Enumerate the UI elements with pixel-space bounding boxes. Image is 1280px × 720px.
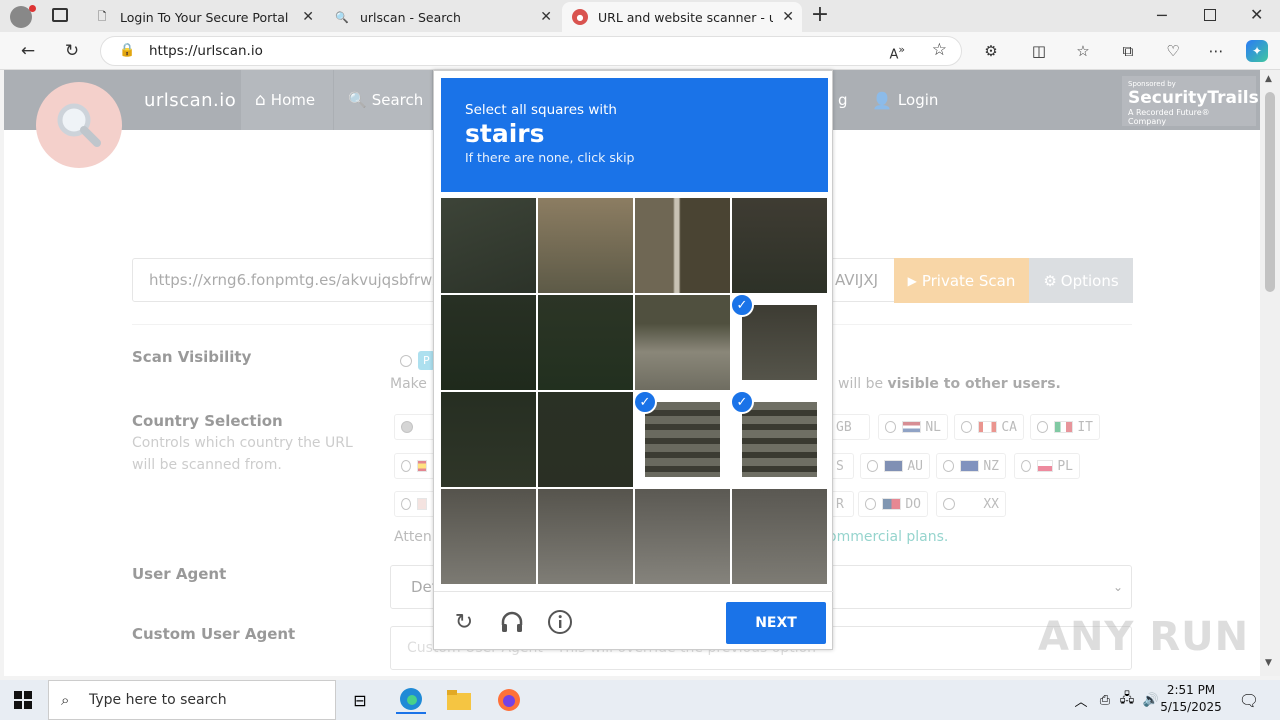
captcha-image-grid: ✓ ✓ ✓: [441, 198, 828, 584]
close-icon[interactable]: ✕: [540, 9, 552, 25]
captcha-tile-image: [732, 489, 827, 584]
captcha-target: stairs: [465, 119, 545, 148]
captcha-tile[interactable]: ✓: [635, 392, 730, 487]
captcha-tile[interactable]: [538, 198, 633, 293]
next-button[interactable]: NEXT: [726, 602, 826, 644]
tab-title: Login To Your Secure Portal: [120, 9, 289, 25]
captcha-header: Select all squares with stairs If there …: [441, 78, 828, 192]
captcha-tile[interactable]: [441, 392, 536, 487]
search-icon: 🔍: [335, 10, 349, 24]
close-icon[interactable]: ✕: [302, 9, 314, 25]
captcha-tile-image: [742, 402, 817, 477]
tab-bar: 🗋 Login To Your Secure Portal ✕ 🔍 urlsca…: [0, 0, 1280, 32]
captcha-tile-image: [441, 295, 536, 390]
info-icon[interactable]: [546, 608, 574, 636]
system-clock[interactable]: 2:51 PM 5/15/2025: [1160, 682, 1222, 716]
captcha-instruction: Select all squares with: [465, 102, 617, 118]
captcha-tile-image: [742, 305, 817, 380]
tab-urlscan-scanner[interactable]: ● URL and website scanner - urlsca ✕: [562, 2, 802, 32]
captcha-tile-image: [635, 295, 730, 390]
captcha-tile-image: [635, 489, 730, 584]
clock-time: 2:51 PM: [1166, 683, 1216, 697]
close-icon[interactable]: ✕: [782, 9, 794, 25]
minimize-icon[interactable]: ─: [1157, 6, 1167, 25]
taskbar-search[interactable]: ⌕ Type here to search: [48, 680, 336, 720]
windows-start-icon[interactable]: [8, 686, 38, 714]
close-window-icon[interactable]: ✕: [1250, 5, 1263, 24]
anyrun-watermark: ANY RUN: [1038, 614, 1250, 660]
favorite-star-icon[interactable]: ☆: [932, 40, 947, 60]
headphones-icon[interactable]: [498, 608, 526, 636]
captcha-hint: If there are none, click skip: [465, 150, 635, 165]
new-tab-icon[interactable]: +: [808, 4, 832, 28]
reload-icon[interactable]: ↻: [450, 608, 478, 636]
notification-dot: [29, 5, 36, 12]
refresh-icon[interactable]: ↻: [58, 38, 86, 64]
captcha-tile[interactable]: [538, 392, 633, 487]
captcha-tile-image: [441, 489, 536, 584]
urlscan-favicon-icon: ●: [572, 9, 588, 25]
tab-login-portal[interactable]: 🗋 Login To Your Secure Portal ✕: [84, 2, 322, 32]
document-icon: 🗋: [97, 9, 107, 23]
url-text: https://urlscan.io: [149, 43, 263, 59]
captcha-tile[interactable]: [732, 489, 827, 584]
file-explorer-icon[interactable]: [444, 686, 474, 714]
captcha-tile[interactable]: [635, 295, 730, 390]
more-menu-icon[interactable]: ⋯: [1205, 40, 1227, 62]
favorites-icon[interactable]: ☆: [1072, 40, 1094, 62]
scroll-down-icon[interactable]: ▼: [1265, 658, 1272, 668]
captcha-tile[interactable]: ✓: [732, 392, 827, 487]
captcha-tile-image: [441, 392, 536, 487]
copilot-icon[interactable]: ✦: [1246, 40, 1268, 62]
captcha-tile-image: [538, 198, 633, 293]
browser-essentials-icon[interactable]: ♡: [1162, 40, 1184, 62]
tab-actions-icon[interactable]: [52, 8, 68, 22]
page-scrollbar[interactable]: ▲ ▼: [1260, 70, 1280, 676]
address-bar-row: ← ↻ 🔒 https://urlscan.io A» ☆ ⚙ ◫ ☆ ⧉ ♡ …: [0, 32, 1280, 70]
edge-icon[interactable]: [396, 686, 426, 714]
read-aloud-icon[interactable]: A»: [889, 43, 905, 62]
tab-title: URL and website scanner - urlsca: [598, 9, 773, 25]
collections-icon[interactable]: ⧉: [1117, 40, 1139, 62]
tab-title: urlscan - Search: [360, 9, 461, 25]
captcha-tile-image: [538, 392, 633, 487]
taskbar-search-placeholder: Type here to search: [89, 692, 227, 708]
restore-icon[interactable]: [1204, 9, 1216, 21]
captcha-tile-image: [732, 198, 827, 293]
captcha-tile[interactable]: ✓: [732, 295, 827, 390]
windows-taskbar: ⌕ Type here to search ⊟ ︿ ⎙ 🖧 🔊 2:51 PM …: [0, 680, 1280, 720]
extensions-icon[interactable]: ⚙: [980, 40, 1002, 62]
firefox-icon[interactable]: [494, 686, 524, 714]
url-field[interactable]: 🔒 https://urlscan.io A» ☆: [100, 36, 962, 66]
tab-urlscan-search[interactable]: 🔍 urlscan - Search ✕: [324, 2, 560, 32]
captcha-tile-image: [441, 198, 536, 293]
notifications-icon[interactable]: 🗨: [1234, 686, 1264, 714]
search-icon: ⌕: [61, 691, 70, 709]
captcha-dialog: Select all squares with stairs If there …: [433, 70, 834, 651]
scroll-up-icon[interactable]: ▲: [1265, 74, 1272, 84]
captcha-tile-image: [635, 198, 730, 293]
task-view-icon[interactable]: ⊟: [345, 686, 375, 714]
lock-icon: 🔒: [119, 43, 136, 58]
captcha-tile-image: [645, 402, 720, 477]
captcha-tile[interactable]: [635, 489, 730, 584]
captcha-tile-image: [538, 295, 633, 390]
clock-date: 5/15/2025: [1160, 700, 1222, 714]
captcha-tile[interactable]: [732, 198, 827, 293]
back-arrow-icon[interactable]: ←: [14, 38, 42, 64]
captcha-tile[interactable]: [441, 489, 536, 584]
captcha-tile[interactable]: [441, 295, 536, 390]
captcha-tile[interactable]: [441, 198, 536, 293]
scroll-thumb[interactable]: [1265, 92, 1275, 292]
captcha-tile-image: [538, 489, 633, 584]
captcha-footer: ↻ NEXT: [434, 591, 834, 651]
split-screen-icon[interactable]: ◫: [1028, 40, 1050, 62]
captcha-tile[interactable]: [538, 295, 633, 390]
captcha-tile[interactable]: [538, 489, 633, 584]
captcha-tile[interactable]: [635, 198, 730, 293]
